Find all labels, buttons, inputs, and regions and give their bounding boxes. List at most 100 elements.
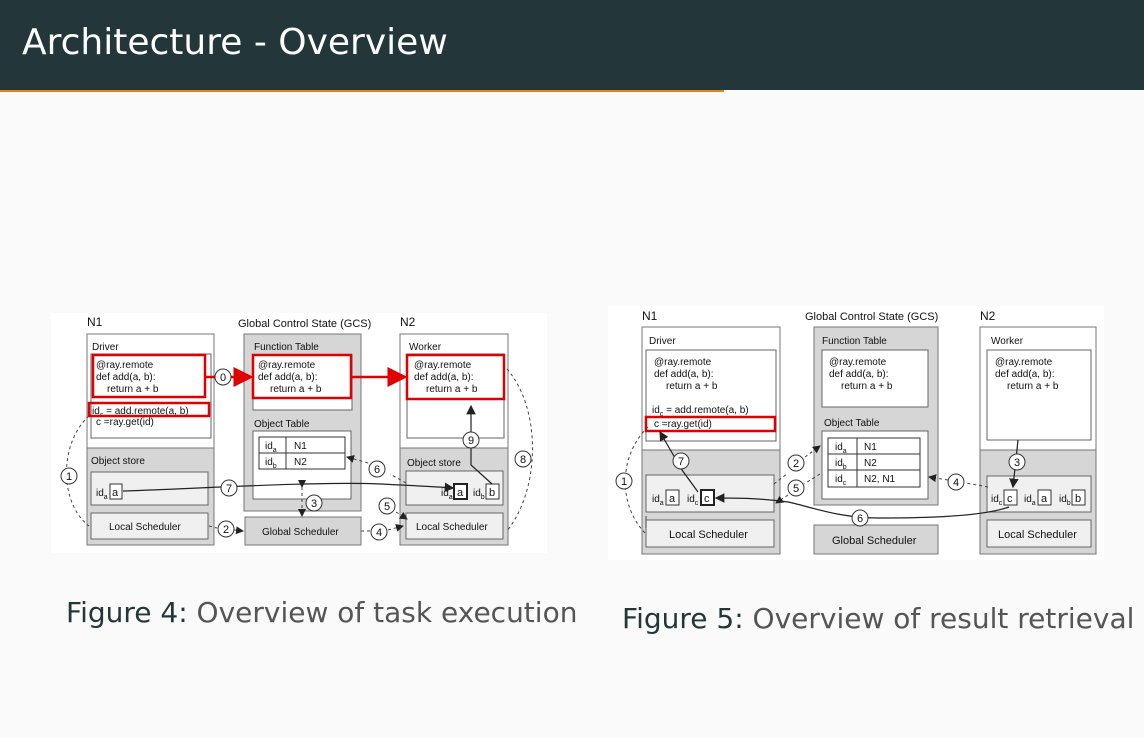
worker-code-line-3: return a + b <box>426 384 478 395</box>
driver-label: Driver <box>649 336 676 347</box>
svg-text:N1: N1 <box>294 441 307 452</box>
svg-text:9: 9 <box>468 435 474 447</box>
figure-5-caption-label: Figure 5: <box>622 602 744 635</box>
svg-text:7: 7 <box>226 483 232 495</box>
gcs-code-line-2: def add(a, b): <box>258 372 317 383</box>
worker-code-line-3: return a + b <box>1007 381 1059 392</box>
svg-text:0: 0 <box>220 372 226 384</box>
step-marker: 3 <box>1008 453 1026 471</box>
worker-code-line-1: @ray.remote <box>414 360 472 371</box>
global-scheduler-label: Global Scheduler <box>832 535 917 547</box>
figure-5-result-retrieval: N1 Global Control State (GCS) N2 Driver … <box>608 306 1104 560</box>
step-marker: 3 <box>305 494 323 512</box>
driver-label: Driver <box>92 342 119 353</box>
svg-text:N2: N2 <box>294 457 307 468</box>
svg-text:N2, N1: N2, N1 <box>864 474 896 485</box>
step-marker: 6 <box>851 509 869 527</box>
figure-4-caption-label: Figure 4: <box>66 596 188 629</box>
figure-5-diagram: N1 Global Control State (GCS) N2 Driver … <box>615 309 1097 555</box>
function-table-label: Function Table <box>254 342 319 353</box>
slide-header: Architecture - Overview <box>0 0 1144 90</box>
title-accent-rule <box>0 90 724 92</box>
figure-4-diagram: N1 Global Control State (GCS) N2 Driver … <box>60 315 533 546</box>
step-marker: 1 <box>60 467 78 485</box>
figure-4-task-execution: N1 Global Control State (GCS) N2 Driver … <box>51 313 547 553</box>
step-marker: 6 <box>368 460 386 478</box>
driver-code-line-2: def add(a, b): <box>654 369 713 380</box>
worker-label: Worker <box>991 336 1024 347</box>
worker-code-line-2: def add(a, b): <box>414 372 473 383</box>
step-marker: 7 <box>672 452 690 470</box>
gcs-label: Global Control State (GCS) <box>805 311 938 323</box>
gcs-code-line-2: def add(a, b): <box>829 369 888 380</box>
step-marker: 0 <box>214 368 232 386</box>
driver-code-line-3: return a + b <box>107 384 159 395</box>
svg-text:3: 3 <box>311 498 317 510</box>
n1-local-scheduler-label: Local Scheduler <box>669 529 748 541</box>
object-table-label: Object Table <box>254 419 310 430</box>
global-scheduler-label: Global Scheduler <box>262 527 339 538</box>
n2-obj-a-value: a <box>457 487 464 499</box>
n1-local-scheduler-label: Local Scheduler <box>109 522 181 533</box>
step-marker: 9 <box>462 431 480 449</box>
svg-text:7: 7 <box>678 456 684 468</box>
gcs-code-line-1: @ray.remote <box>829 357 887 368</box>
svg-text:4: 4 <box>376 527 382 539</box>
figure-4-caption-text: Overview of task execution <box>196 596 578 629</box>
figure-4-caption: Figure 4: Overview of task execution <box>66 596 577 629</box>
figure-5-caption-text: Overview of result retrieval <box>752 602 1135 635</box>
worker-code-line-2: def add(a, b): <box>995 369 1054 380</box>
n2-obj-a-value: a <box>1041 493 1048 505</box>
n1-object-store-label: Object store <box>91 456 145 467</box>
svg-text:4: 4 <box>953 477 959 489</box>
driver-code-line-1: @ray.remote <box>654 357 712 368</box>
step-marker: 5 <box>378 497 396 515</box>
n2-local-scheduler-label: Local Scheduler <box>998 529 1077 541</box>
step-marker: 2 <box>787 454 805 472</box>
driver-code-line-1: @ray.remote <box>96 360 154 371</box>
n2-obj-b-value: b <box>1075 493 1081 505</box>
n2-label: N2 <box>400 315 416 329</box>
gcs-code-line-3: return a + b <box>270 384 322 395</box>
driver-get-call: c =ray.get(id) <box>96 417 154 428</box>
n2-label: N2 <box>980 309 996 323</box>
n1-obj-a-value: a <box>669 493 676 505</box>
function-table-label: Function Table <box>822 336 887 347</box>
step-marker: 7 <box>220 479 238 497</box>
svg-text:2: 2 <box>793 458 799 470</box>
n2-obj-b-value: b <box>489 487 495 499</box>
n1-obj-c-value: c <box>704 493 710 505</box>
n1-obj-a-value: a <box>112 487 119 499</box>
step-marker: 1 <box>615 472 633 490</box>
step-marker: 2 <box>217 520 235 538</box>
n1-label: N1 <box>87 315 103 329</box>
object-table-label: Object Table <box>824 418 880 429</box>
n1-label: N1 <box>642 309 658 323</box>
driver-get-call: c =ray.get(id) <box>654 419 712 430</box>
svg-text:5: 5 <box>384 501 390 513</box>
worker-label: Worker <box>409 342 442 353</box>
gcs-code-line-1: @ray.remote <box>258 360 316 371</box>
svg-text:N1: N1 <box>864 442 877 453</box>
worker-code-line-1: @ray.remote <box>995 357 1053 368</box>
step-marker: 4 <box>947 473 965 491</box>
svg-text:1: 1 <box>621 476 627 488</box>
figure-5-caption: Figure 5: Overview of result retrieval <box>622 602 1134 635</box>
gcs-code-line-3: return a + b <box>841 381 893 392</box>
svg-text:3: 3 <box>1014 457 1020 469</box>
svg-text:N2: N2 <box>864 458 877 469</box>
svg-text:1: 1 <box>66 471 72 483</box>
svg-text:2: 2 <box>223 524 229 536</box>
step-marker: 5 <box>787 479 805 497</box>
svg-text:8: 8 <box>520 454 526 466</box>
svg-text:6: 6 <box>374 464 380 476</box>
n2-obj-c-value: c <box>1007 493 1013 505</box>
svg-text:6: 6 <box>857 513 863 525</box>
step-marker: 8 <box>514 450 532 468</box>
driver-code-line-3: return a + b <box>666 381 718 392</box>
n2-object-store-label: Object store <box>407 458 461 469</box>
driver-code-line-2: def add(a, b): <box>96 372 155 383</box>
step-marker: 4 <box>370 523 388 541</box>
svg-text:5: 5 <box>793 483 799 495</box>
gcs-label: Global Control State (GCS) <box>238 318 371 330</box>
